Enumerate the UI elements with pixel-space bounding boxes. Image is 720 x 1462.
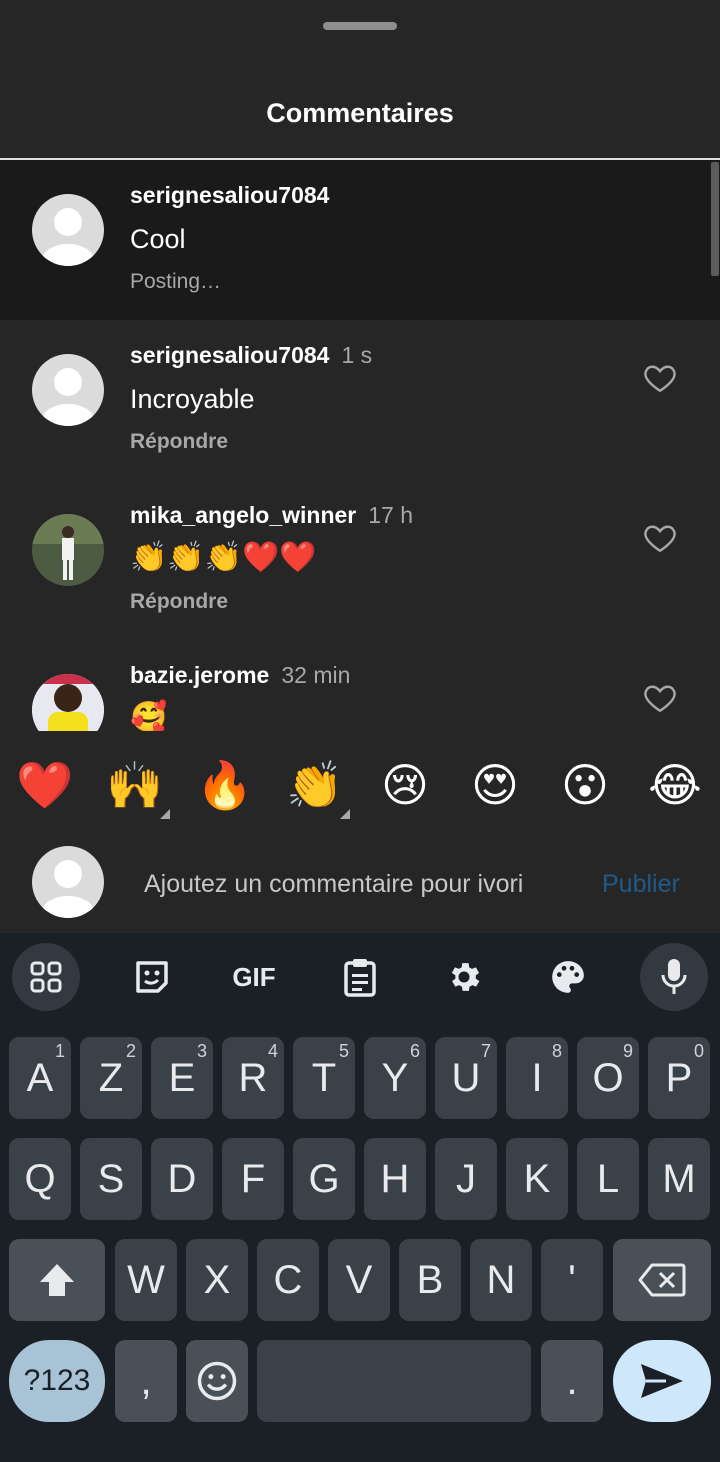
key-p[interactable]: P0 — [648, 1037, 710, 1119]
emoji-surprised-face[interactable]: 😮 — [550, 745, 620, 825]
comment-item: serignesaliou7084 Cool Posting… — [0, 160, 720, 320]
emoji-tears-of-joy[interactable]: 😂 — [640, 745, 710, 825]
key-t[interactable]: T5 — [293, 1037, 355, 1119]
variant-indicator-icon — [160, 809, 170, 819]
reply-button[interactable]: Répondre — [130, 590, 228, 614]
comment-input[interactable]: Ajoutez un commentaire pour ivori — [130, 858, 590, 910]
key-hint: 4 — [267, 1041, 278, 1061]
key-j[interactable]: J — [435, 1138, 497, 1220]
comment-time: 17 h — [368, 502, 414, 528]
key-g[interactable]: G — [293, 1138, 355, 1220]
key-q[interactable]: Q — [9, 1138, 71, 1220]
default-avatar-icon — [42, 208, 94, 266]
composer-avatar — [32, 846, 104, 918]
emoji-red-heart[interactable]: ❤️ — [10, 745, 80, 825]
key-d[interactable]: D — [151, 1138, 213, 1220]
keyboard-toolbar: GIF — [0, 933, 720, 1023]
default-avatar-icon — [42, 860, 94, 918]
comment-username[interactable]: mika_angelo_winner 17 h — [130, 502, 413, 529]
default-avatar-icon — [42, 368, 94, 426]
like-heart-icon[interactable] — [642, 680, 678, 716]
key-u[interactable]: U7 — [435, 1037, 497, 1119]
key-i[interactable]: I8 — [506, 1037, 568, 1119]
apps-grid-icon[interactable] — [12, 943, 80, 1011]
key-n[interactable]: N — [470, 1239, 532, 1321]
palette-icon[interactable] — [536, 945, 600, 1009]
key-e[interactable]: E3 — [151, 1037, 213, 1119]
sheet-drag-handle[interactable] — [323, 22, 397, 30]
key-apostrophe[interactable]: ' — [541, 1239, 603, 1321]
comment-username[interactable]: serignesaliou7084 1 s — [130, 342, 372, 369]
comment-username[interactable]: serignesaliou7084 — [130, 182, 329, 209]
comment-text: Incroyable — [130, 384, 255, 414]
key-b[interactable]: B — [399, 1239, 461, 1321]
key-hint: 3 — [196, 1041, 207, 1061]
comment-text: 👏👏👏❤️❤️ — [130, 541, 317, 574]
emoji-crying-face[interactable]: 😢 — [370, 745, 440, 825]
comments-sheet: Commentaires serignesaliou7084 Cool Post… — [0, 0, 720, 933]
comment-list[interactable]: serignesaliou7084 Cool Posting… serignes… — [0, 160, 720, 731]
settings-icon[interactable] — [432, 945, 496, 1009]
clipboard-icon[interactable] — [328, 945, 392, 1009]
comment-text: Cool — [130, 224, 186, 254]
emoji-heart-eyes[interactable]: 😍 — [460, 745, 530, 825]
space-key[interactable] — [257, 1340, 531, 1422]
key-c[interactable]: C — [257, 1239, 319, 1321]
sheet-title: Commentaires — [266, 98, 454, 128]
gif-button[interactable]: GIF — [222, 945, 286, 1009]
key-hint: 5 — [338, 1041, 349, 1061]
comment-item: bazie.jerome 32 min 🥰 — [0, 640, 720, 731]
mic-icon[interactable] — [640, 943, 708, 1011]
comment-item: serignesaliou7084 1 s Incroyable Répondre — [0, 320, 720, 480]
period-key[interactable]: . — [541, 1340, 603, 1422]
quick-emoji-bar: ❤️ 🙌 🔥 👏 😢 😍 😮 😂 — [0, 745, 720, 829]
key-hint: 7 — [480, 1041, 491, 1061]
avatar[interactable] — [32, 194, 104, 266]
reply-button[interactable]: Répondre — [130, 430, 228, 454]
shift-key[interactable] — [9, 1239, 105, 1321]
comma-key[interactable]: , — [115, 1340, 177, 1422]
key-hint: 6 — [409, 1041, 420, 1061]
key-w[interactable]: W — [115, 1239, 177, 1321]
key-h[interactable]: H — [364, 1138, 426, 1220]
publish-button[interactable]: Publier — [602, 870, 680, 899]
comment-item: mika_angelo_winner 17 h 👏👏👏❤️❤️ Répondre — [0, 480, 720, 640]
avatar-photo[interactable] — [32, 514, 104, 586]
comment-username[interactable]: bazie.jerome 32 min — [130, 662, 350, 689]
key-z[interactable]: Z2 — [80, 1037, 142, 1119]
key-s[interactable]: S — [80, 1138, 142, 1220]
sticker-icon[interactable] — [120, 945, 184, 1009]
key-hint: 9 — [622, 1041, 633, 1061]
comment-text: 🥰 — [130, 701, 168, 731]
key-o[interactable]: O9 — [577, 1037, 639, 1119]
key-hint: 8 — [551, 1041, 562, 1061]
avatar[interactable] — [32, 354, 104, 426]
key-hint: 0 — [693, 1041, 704, 1061]
key-x[interactable]: X — [186, 1239, 248, 1321]
comment-status: Posting… — [130, 270, 222, 293]
key-r[interactable]: R4 — [222, 1037, 284, 1119]
key-a[interactable]: A1 — [9, 1037, 71, 1119]
backspace-key[interactable] — [613, 1239, 711, 1321]
key-k[interactable]: K — [506, 1138, 568, 1220]
key-f[interactable]: F — [222, 1138, 284, 1220]
like-heart-icon[interactable] — [642, 360, 678, 396]
key-v[interactable]: V — [328, 1239, 390, 1321]
key-hint: 2 — [125, 1041, 136, 1061]
key-hint: 1 — [54, 1041, 65, 1061]
keyboard: GIF A1Z2E3R4T5Y6U7I8O9P0 QSDFGHJKLM WXCV… — [0, 933, 720, 1462]
comment-time: 1 s — [341, 342, 373, 368]
send-key[interactable] — [613, 1340, 711, 1422]
key-y[interactable]: Y6 — [364, 1037, 426, 1119]
emoji-fire[interactable]: 🔥 — [190, 745, 260, 825]
emoji-key[interactable] — [186, 1340, 248, 1422]
symbols-key[interactable]: ?123 — [9, 1340, 105, 1422]
key-l[interactable]: L — [577, 1138, 639, 1220]
like-heart-icon[interactable] — [642, 520, 678, 556]
comment-time: 32 min — [281, 662, 351, 688]
scrollbar[interactable] — [711, 162, 719, 276]
variant-indicator-icon — [340, 809, 350, 819]
avatar-photo[interactable] — [32, 674, 104, 731]
key-m[interactable]: M — [648, 1138, 710, 1220]
